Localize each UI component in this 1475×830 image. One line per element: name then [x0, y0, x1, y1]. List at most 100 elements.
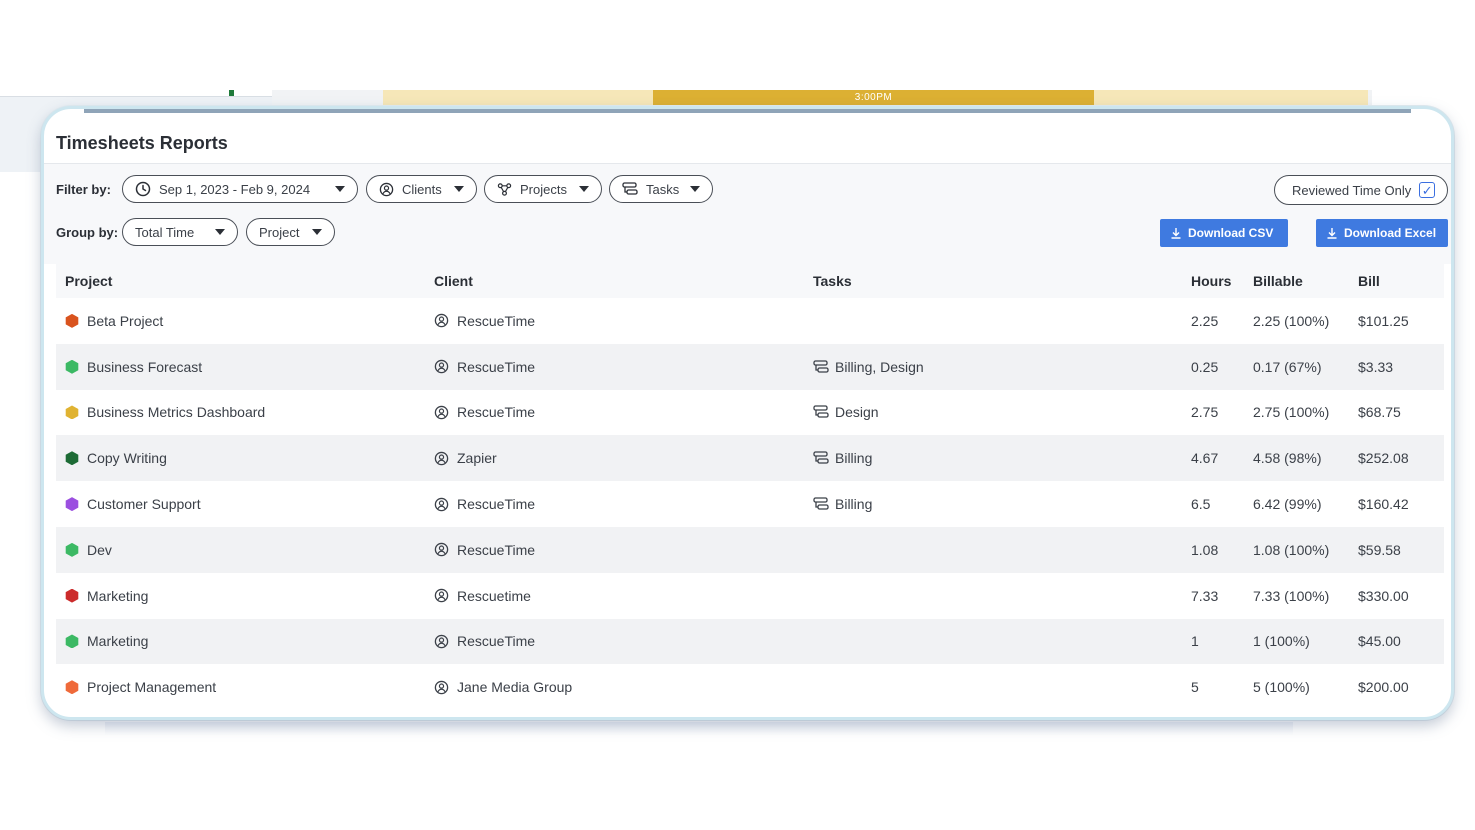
table-body: Beta Project RescueTime 2.25 2.25 (100%) $10… [56, 298, 1444, 711]
client-icon [434, 405, 449, 420]
table-row[interactable]: Project Management Jane Media Group 5 5 (10… [56, 664, 1444, 711]
client-name: RescueTime [457, 633, 536, 650]
download-excel-label: Download Excel [1344, 226, 1437, 240]
project-cell: Beta Project [56, 313, 434, 329]
table-row[interactable]: Business Forecast RescueTime Billing, Desi… [56, 343, 1444, 390]
project-name[interactable]: Marketing [87, 633, 148, 649]
column-header-bill[interactable]: Bill [1358, 273, 1438, 289]
client-name: RescueTime [457, 312, 536, 329]
client-cell: Rescuetime [434, 588, 813, 604]
client-cell: Jane Media Group [434, 679, 813, 695]
reviewed-time-checkbox[interactable]: ✓ [1419, 182, 1436, 198]
timesheets-table: Project Client Tasks Hours Billable Bill… [56, 264, 1444, 711]
billable-cell: 0.17 (67%) [1253, 358, 1322, 375]
tasks-cell: Billing [813, 450, 1191, 466]
tasks-cell: Billing, Design [813, 359, 1191, 375]
billable-cell: 1 (100%) [1253, 633, 1310, 650]
reviewed-time-label: Reviewed Time Only [1292, 182, 1412, 198]
projects-icon [497, 182, 512, 196]
tasks-icon [622, 182, 638, 195]
background-marker [229, 90, 234, 96]
project-name[interactable]: Business Forecast [87, 359, 202, 375]
download-excel-button[interactable]: Download Excel [1316, 219, 1448, 247]
timesheets-report-card: Timesheets Reports Filter by: Sep 1, 202… [41, 106, 1454, 720]
billable-cell: 6.42 (99%) [1253, 496, 1322, 513]
project-cell: Business Forecast [56, 359, 434, 375]
project-cell: Marketing [56, 588, 434, 604]
column-header-tasks[interactable]: Tasks [813, 273, 1191, 289]
bill-cell: $3.33 [1358, 358, 1394, 375]
hours-cell: 4.67 [1191, 450, 1219, 467]
table-row[interactable]: Copy Writing Zapier Billing 4.67 4.58 (98%) $… [56, 435, 1444, 482]
chevron-down-icon [215, 229, 225, 235]
group-by-primary-value: Total Time [135, 224, 195, 240]
card-top-edge [84, 109, 1411, 113]
download-csv-button[interactable]: Download CSV [1160, 219, 1288, 247]
table-row[interactable]: Customer Support RescueTime Billing 6.5 6.42… [56, 481, 1444, 527]
project-color-icon [65, 542, 79, 557]
client-cell: RescueTime [434, 542, 813, 558]
project-cell: Copy Writing [56, 450, 434, 466]
column-header-billable[interactable]: Billable [1253, 273, 1358, 289]
hours-cell: 2.75 [1191, 404, 1219, 421]
date-range-filter[interactable]: Sep 1, 2023 - Feb 9, 2024 [122, 175, 358, 203]
client-name: Jane Media Group [457, 679, 573, 696]
billable-cell: 2.25 (100%) [1253, 312, 1330, 329]
bill-cell: $45.00 [1358, 633, 1401, 650]
table-row[interactable]: Beta Project RescueTime 2.25 2.25 (100%) $10… [56, 298, 1444, 344]
client-icon [434, 313, 449, 328]
hours-cell: 2.25 [1191, 312, 1219, 329]
table-row[interactable]: Business Metrics Dashboard RescueTime Desi… [56, 389, 1444, 436]
tasks-filter-label: Tasks [646, 181, 680, 197]
table-row[interactable]: Dev RescueTime 1.08 1.08 (100%) $59.58 [56, 526, 1444, 573]
project-cell: Dev [56, 542, 434, 558]
client-cell: RescueTime [434, 404, 813, 420]
table-row[interactable]: Marketing RescueTime 1 1 (100%) $45.00 [56, 618, 1444, 665]
project-name[interactable]: Project Management [87, 679, 216, 695]
column-header-client[interactable]: Client [434, 273, 813, 289]
tasks-icon [813, 360, 829, 374]
date-range-value: Sep 1, 2023 - Feb 9, 2024 [159, 181, 311, 197]
hours-cell: 5 [1191, 679, 1199, 696]
client-name: RescueTime [457, 358, 536, 375]
project-name[interactable]: Marketing [87, 588, 148, 604]
client-name: Rescuetime [457, 587, 531, 604]
hours-cell: 6.5 [1191, 496, 1211, 513]
column-header-hours[interactable]: Hours [1191, 273, 1253, 289]
table-row[interactable]: Marketing Rescuetime 7.33 7.33 (100%) $330.0… [56, 572, 1444, 619]
bill-cell: $68.75 [1358, 404, 1401, 421]
client-icon [434, 497, 449, 512]
project-color-icon [65, 680, 79, 695]
billable-cell: 2.75 (100%) [1253, 404, 1330, 421]
tasks-filter[interactable]: Tasks [609, 175, 713, 203]
project-name[interactable]: Copy Writing [87, 450, 167, 466]
download-icon [1327, 228, 1337, 239]
project-name[interactable]: Dev [87, 542, 112, 558]
client-cell: Zapier [434, 450, 813, 466]
project-name[interactable]: Customer Support [87, 496, 201, 512]
tasks-icon [813, 451, 829, 465]
project-name[interactable]: Beta Project [87, 313, 163, 329]
project-name[interactable]: Business Metrics Dashboard [87, 404, 265, 420]
billable-cell: 1.08 (100%) [1253, 541, 1330, 558]
page-title: Timesheets Reports [56, 133, 228, 153]
clients-filter[interactable]: Clients [366, 175, 477, 203]
hours-cell: 1.08 [1191, 541, 1219, 558]
group-by-secondary-value: Project [259, 224, 300, 240]
download-csv-label: Download CSV [1188, 226, 1274, 240]
projects-filter[interactable]: Projects [484, 175, 602, 203]
column-header-project[interactable]: Project [56, 273, 434, 289]
reviewed-time-toggle[interactable]: Reviewed Time Only ✓ [1274, 175, 1448, 205]
client-cell: RescueTime [434, 496, 813, 512]
bill-cell: $101.25 [1358, 312, 1409, 329]
group-by-secondary-select[interactable]: Project [246, 218, 335, 246]
chevron-down-icon [454, 186, 464, 192]
client-name: Zapier [457, 450, 497, 467]
group-by-primary-select[interactable]: Total Time [122, 218, 238, 246]
clock-icon [135, 181, 151, 197]
project-color-icon [65, 634, 79, 649]
client-icon [434, 634, 449, 649]
client-icon [434, 588, 449, 603]
tasks-value: Billing, Design [835, 358, 924, 375]
project-cell: Business Metrics Dashboard [56, 404, 434, 420]
